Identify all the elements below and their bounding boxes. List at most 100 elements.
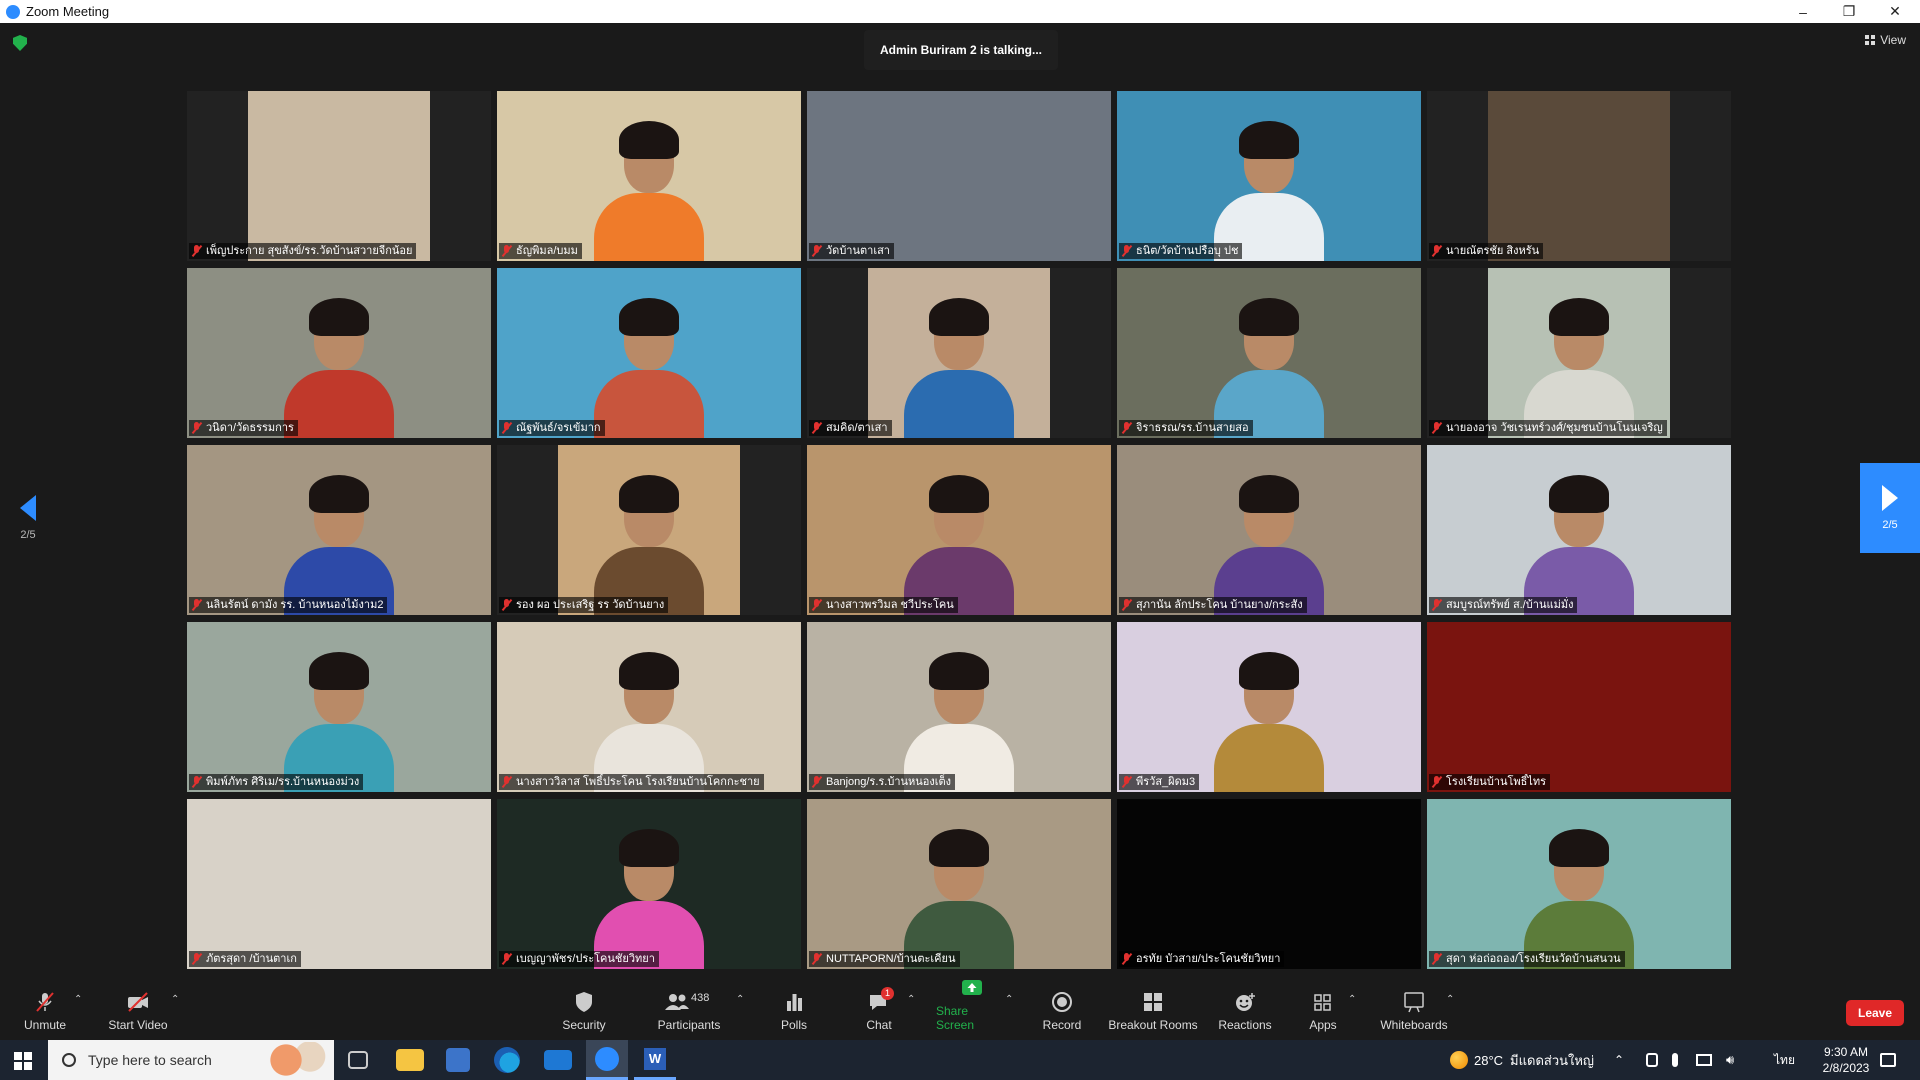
notification-center-icon[interactable]: [1880, 1040, 1896, 1080]
mic-muted-icon: [501, 953, 512, 965]
participant-tile[interactable]: สุดา ห่อถ่อถอง/โรงเรียนวัดบ้านสนวน: [1427, 799, 1731, 969]
breakout-rooms-label: Breakout Rooms: [1108, 1018, 1198, 1032]
tray-icons: 🔊︎: [1646, 1040, 1748, 1080]
participant-tile[interactable]: พิมพ์ภัทร ศิริเม/รร.บ้านหนองม่วง: [187, 622, 491, 792]
participant-tile[interactable]: Banjong/ร.ร.บ้านหนองเต็ง: [807, 622, 1111, 792]
participant-tile[interactable]: ณัฐพันธ์/จรเข้มาก: [497, 268, 801, 438]
clock-date: 2/8/2023: [1822, 1061, 1870, 1075]
participant-name: ธัญพิมล/บมม: [516, 245, 578, 257]
record-button[interactable]: Record: [1042, 980, 1082, 1040]
unmute-button[interactable]: Unmute: [20, 980, 70, 1040]
participant-tile[interactable]: สมคิด/ตาเสา: [807, 268, 1111, 438]
mic-muted-icon: [1121, 599, 1132, 611]
participant-figure: [589, 652, 709, 792]
unmute-label: Unmute: [23, 1018, 67, 1032]
network-icon[interactable]: [1696, 1054, 1712, 1066]
participant-tile[interactable]: วัดบ้านตาเสา: [807, 91, 1111, 261]
participant-tile[interactable]: นางสาววิลาส โพธิ์ประโคน โรงเรียนบ้านโคกก…: [497, 622, 801, 792]
participants-button[interactable]: 438 Participants: [656, 980, 722, 1040]
video-options-chevron-up-icon[interactable]: ⌃: [171, 994, 179, 1005]
share-screen-button[interactable]: Share Screen: [936, 980, 1008, 1040]
meeting-toolbar: Unmute ⌃ Start Video ⌃ Security 438 Part…: [0, 980, 1920, 1040]
weather-widget[interactable]: 28°C มีแดดส่วนใหญ่: [1450, 1040, 1594, 1080]
participant-tile[interactable]: นางสาวพรวิมล ชวีประโคน: [807, 445, 1111, 615]
apps-button[interactable]: Apps: [1308, 980, 1338, 1040]
word-taskbar-app[interactable]: W: [634, 1040, 676, 1080]
participant-name: โรงเรียนบ้านโพธิ์ไทร: [1446, 776, 1547, 788]
restore-button[interactable]: ❐: [1826, 0, 1872, 23]
edge-browser-icon[interactable]: [494, 1047, 520, 1073]
previous-page-button[interactable]: 2/5: [18, 495, 38, 555]
participant-tile[interactable]: นายณัตรชัย สิงหรัน: [1427, 91, 1731, 261]
taskbar-search-box[interactable]: Type here to search: [48, 1040, 334, 1080]
clock-time: 9:30 AM: [1823, 1045, 1869, 1059]
arrow-right-icon: [1882, 485, 1898, 511]
participant-name-label: สุภานัน ลักประโคน บ้านยาง/กระสัง: [1119, 597, 1307, 613]
microsoft-store-icon[interactable]: [446, 1048, 470, 1072]
zoom-taskbar-app[interactable]: [586, 1040, 628, 1080]
participant-figure: [279, 652, 399, 792]
chat-options-chevron-up-icon[interactable]: ⌃: [907, 994, 915, 1005]
participant-tile[interactable]: วนิดา/วัดธรรมการ: [187, 268, 491, 438]
participant-name: พิมพ์ภัทร ศิริเม/รร.บ้านหนองม่วง: [206, 776, 360, 788]
file-explorer-icon[interactable]: [396, 1049, 424, 1071]
meet-now-icon[interactable]: [1646, 1053, 1658, 1067]
audio-options-chevron-up-icon[interactable]: ⌃: [74, 994, 82, 1005]
polls-button[interactable]: Polls: [776, 980, 812, 1040]
leave-button[interactable]: Leave: [1846, 1000, 1904, 1026]
start-video-button[interactable]: Start Video: [106, 980, 170, 1040]
chat-unread-badge: 1: [881, 987, 894, 1000]
breakout-rooms-button[interactable]: Breakout Rooms: [1108, 980, 1198, 1040]
share-screen-label: Share Screen: [936, 1004, 975, 1032]
mic-muted-icon: [1121, 245, 1132, 257]
participant-tile[interactable]: ภัตรสุดา /บ้านตาเก: [187, 799, 491, 969]
participant-tile[interactable]: เพ็ญประกาย สุขสังข์/รร.วัดบ้านสวายจีกน้อ…: [187, 91, 491, 261]
participant-tile[interactable]: อรทัย บัวสาย/ประโคนชัยวิทยา: [1117, 799, 1421, 969]
mic-muted-icon: [191, 776, 202, 788]
chat-button[interactable]: 1 Chat: [862, 980, 896, 1040]
security-button[interactable]: Security: [560, 980, 608, 1040]
close-button[interactable]: ✕: [1872, 0, 1918, 23]
view-button[interactable]: View: [1865, 33, 1906, 47]
input-language[interactable]: ไทย: [1774, 1040, 1795, 1080]
encryption-shield-icon[interactable]: [13, 35, 27, 51]
participant-tile[interactable]: NUTTAPORN/บ้านตะเคียน: [807, 799, 1111, 969]
next-page-button[interactable]: 2/5: [1860, 463, 1920, 553]
reactions-button[interactable]: Reactions: [1218, 980, 1272, 1040]
volume-icon[interactable]: 🔊︎: [1726, 1052, 1734, 1068]
whiteboards-options-chevron-up-icon[interactable]: ⌃: [1446, 994, 1454, 1005]
bar-chart-icon: [782, 991, 806, 1013]
participant-tile[interactable]: ธัญพิมล/บมม: [497, 91, 801, 261]
polls-label: Polls: [780, 1018, 807, 1032]
participant-figure: [1209, 298, 1329, 438]
participant-name-label: อรทัย บัวสาย/ประโคนชัยวิทยา: [1119, 951, 1285, 967]
share-options-chevron-up-icon[interactable]: ⌃: [1005, 994, 1013, 1005]
participant-tile[interactable]: พีรวัส_ผิดม3: [1117, 622, 1421, 792]
minimize-button[interactable]: –: [1780, 0, 1826, 23]
participant-name: Banjong/ร.ร.บ้านหนองเต็ง: [826, 776, 952, 788]
mail-icon[interactable]: [544, 1050, 572, 1070]
tray-overflow-chevron-up-icon[interactable]: ⌃: [1614, 1040, 1624, 1080]
windows-start-icon[interactable]: [14, 1052, 32, 1070]
participants-options-chevron-up-icon[interactable]: ⌃: [736, 994, 744, 1005]
participant-tile[interactable]: นายองอาจ วัชเรนทร์วงศ์/ชุมชนบ้านโนนเจริญ: [1427, 268, 1731, 438]
participant-tile[interactable]: ธนิต/วัดบ้านปรือบุ ปช: [1117, 91, 1421, 261]
participant-tile[interactable]: จิราธรณ/รร.บ้านสายสอ: [1117, 268, 1421, 438]
taskbar-clock[interactable]: 9:30 AM 2/8/2023: [1806, 1040, 1886, 1080]
participant-name-label: สมบูรณ์ทรัพย์ ส./บ้านแม่มั่ง: [1429, 597, 1578, 613]
participant-tile[interactable]: เบญญาพัชร/ประโคนชัยวิทยา: [497, 799, 801, 969]
participant-tile[interactable]: นลินรัตน์ ดามัง รร. บ้านหนองไม้งาม2: [187, 445, 491, 615]
whiteboards-button[interactable]: Whiteboards: [1378, 980, 1450, 1040]
participant-name: วัดบ้านตาเสา: [826, 245, 890, 257]
apps-options-chevron-up-icon[interactable]: ⌃: [1348, 994, 1356, 1005]
task-view-icon[interactable]: [348, 1051, 368, 1069]
participant-tile[interactable]: สุภานัน ลักประโคน บ้านยาง/กระสัง: [1117, 445, 1421, 615]
participant-tile[interactable]: รอง ผอ ประเสริฐ รร วัดบ้านยาง: [497, 445, 801, 615]
participant-name: ณัฐพันธ์/จรเข้มาก: [516, 422, 601, 434]
participant-name-label: นลินรัตน์ ดามัง รร. บ้านหนองไม้งาม2: [189, 597, 388, 613]
record-label: Record: [1042, 1018, 1082, 1032]
participant-name: สุภานัน ลักประโคน บ้านยาง/กระสัง: [1136, 599, 1303, 611]
participant-tile[interactable]: สมบูรณ์ทรัพย์ ส./บ้านแม่มั่ง: [1427, 445, 1731, 615]
microphone-icon[interactable]: [1672, 1053, 1678, 1067]
participant-tile[interactable]: โรงเรียนบ้านโพธิ์ไทร: [1427, 622, 1731, 792]
